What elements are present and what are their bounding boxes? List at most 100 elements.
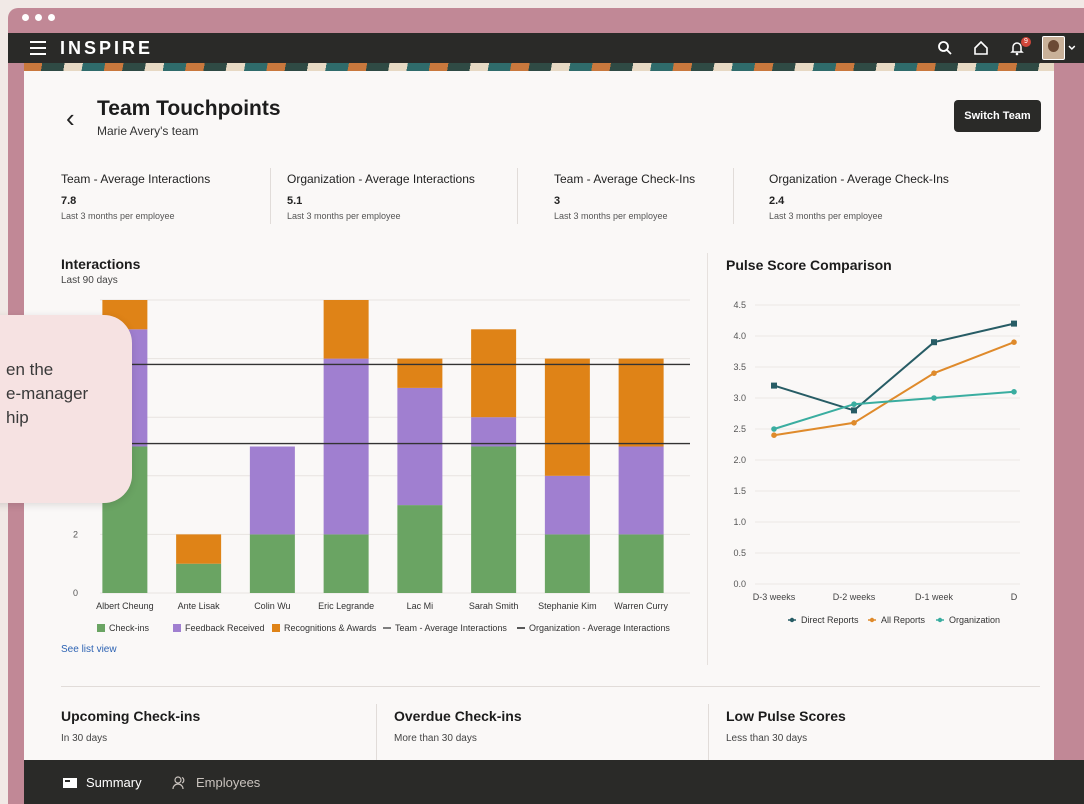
stat-label: Organization - Average Check-Ins <box>769 172 949 186</box>
legend-label: Recognitions & Awards <box>284 623 377 633</box>
bar-segment <box>249 534 295 593</box>
x-tick-label: Colin Wu <box>254 601 290 611</box>
stat-note: Last 3 months per employee <box>61 211 175 221</box>
legend-label: Organization <box>949 615 1000 625</box>
y-tick-label: 2.0 <box>733 455 746 465</box>
data-point <box>851 407 857 414</box>
pulse-title: Pulse Score Comparison <box>726 257 892 273</box>
data-point <box>1011 389 1017 395</box>
data-point <box>851 401 857 407</box>
bar-segment <box>618 534 664 593</box>
bottom-tab-bar: Summary Employees <box>24 760 1084 804</box>
stat-team-interactions: Team - Average Interactions 7.8 Last 3 m… <box>61 172 210 221</box>
stat-org-interactions: Organization - Average Interactions 5.1 … <box>287 172 475 221</box>
y-tick-label: 2.5 <box>733 424 746 434</box>
x-tick-label: Eric Legrande <box>318 601 374 611</box>
divider <box>517 168 518 224</box>
home-icon[interactable] <box>970 37 992 59</box>
tooltip-callout: en the e-manager hip <box>0 315 132 503</box>
tooltip-line: hip <box>6 408 29 427</box>
hamburger-menu-icon[interactable] <box>30 41 46 55</box>
bar-segment <box>618 446 664 535</box>
y-tick-label: 3.5 <box>733 362 746 372</box>
search-icon[interactable] <box>934 37 956 59</box>
stat-value: 7.8 <box>61 195 77 207</box>
app-bar: INSPIRE 9 <box>8 33 1084 63</box>
legend-label: Organization - Average Interactions <box>529 623 670 633</box>
x-tick-label: Sarah Smith <box>469 601 519 611</box>
tooltip-line: en the <box>6 360 54 379</box>
legend-label: Feedback Received <box>185 623 265 633</box>
overdue-checkins-sub: More than 30 days <box>394 733 477 744</box>
legend-swatch <box>173 624 181 632</box>
stat-note: Last 3 months per employee <box>554 211 668 221</box>
tab-employees-label: Employees <box>196 775 261 790</box>
upcoming-checkins-title: Upcoming Check-ins <box>61 708 201 724</box>
switch-team-button[interactable]: Switch Team <box>954 100 1041 132</box>
bar-segment <box>176 534 222 564</box>
x-tick-label: D <box>1011 592 1018 602</box>
chevron-down-icon <box>1068 45 1076 50</box>
tab-summary[interactable]: Summary <box>62 775 142 790</box>
series-line <box>773 341 1015 437</box>
legend-swatch <box>272 624 280 632</box>
back-arrow-icon[interactable]: ‹ <box>66 103 75 134</box>
bar-segment <box>397 505 443 593</box>
interactions-chart: 024Albert CheungAnte LisakColin WuEric L… <box>73 299 690 633</box>
tooltip-line: e-manager <box>6 384 89 403</box>
legend-label: Check-ins <box>109 623 150 633</box>
stat-value: 2.4 <box>769 195 785 207</box>
data-point <box>771 426 777 432</box>
divider <box>376 704 377 760</box>
bar-segment <box>471 446 517 593</box>
legend-label: All Reports <box>881 615 926 625</box>
decorative-banner <box>24 63 1054 71</box>
y-tick-label: 2 <box>73 529 78 539</box>
window-controls[interactable] <box>22 14 55 21</box>
legend-swatch <box>97 624 105 632</box>
page-subtitle: Marie Avery's team <box>97 124 199 138</box>
user-menu[interactable] <box>1042 36 1076 60</box>
pulse-chart: 0.0 0.5 1.0 1.5 2.0 2.5 3.0 3.5 4.0 4.5 D-3 weeks D… <box>733 300 1020 625</box>
divider <box>270 168 271 224</box>
tab-summary-label: Summary <box>86 775 142 790</box>
bar-segment <box>249 446 295 535</box>
data-point <box>931 370 937 376</box>
bar-segment <box>176 563 222 593</box>
see-list-view-link[interactable]: See list view <box>61 644 117 655</box>
panel-divider <box>707 253 708 665</box>
x-tick-label: D-3 weeks <box>753 592 796 602</box>
overdue-checkins-title: Overdue Check-ins <box>394 708 522 724</box>
page-title: Team Touchpoints <box>97 97 281 120</box>
app-logo: INSPIRE <box>60 38 154 58</box>
divider <box>733 168 734 224</box>
y-tick-label: 0.0 <box>733 579 746 589</box>
bar-segment <box>397 358 443 388</box>
stat-value: 5.1 <box>287 195 303 207</box>
stat-value: 3 <box>554 195 561 207</box>
stat-note: Last 3 months per employee <box>287 211 401 221</box>
legend-marker <box>937 617 943 623</box>
legend-marker <box>869 617 875 623</box>
divider <box>708 704 709 760</box>
stat-org-checkins: Organization - Average Check-Ins 2.4 Las… <box>769 172 949 221</box>
stat-team-checkins: Team - Average Check-Ins 3 Last 3 months… <box>554 172 695 221</box>
data-point <box>771 432 777 438</box>
x-tick-label: Ante Lisak <box>178 601 221 611</box>
notifications-bell-icon[interactable]: 9 <box>1006 37 1031 59</box>
bar-segment <box>471 417 517 447</box>
legend-label: Direct Reports <box>801 615 859 625</box>
bar-segment <box>397 387 443 506</box>
bar-segment <box>544 475 590 535</box>
data-point <box>931 339 937 346</box>
y-tick-label: 4.5 <box>733 300 746 310</box>
tab-employees[interactable]: Employees <box>172 775 260 790</box>
notification-badge: 9 <box>1021 37 1031 47</box>
section-divider <box>61 686 1040 687</box>
summary-icon <box>63 777 77 788</box>
avatar <box>1042 36 1066 60</box>
stat-label: Team - Average Interactions <box>61 172 211 186</box>
low-pulse-title: Low Pulse Scores <box>726 708 846 724</box>
x-tick-label: D-1 week <box>915 592 954 602</box>
bar-segment <box>323 358 369 535</box>
